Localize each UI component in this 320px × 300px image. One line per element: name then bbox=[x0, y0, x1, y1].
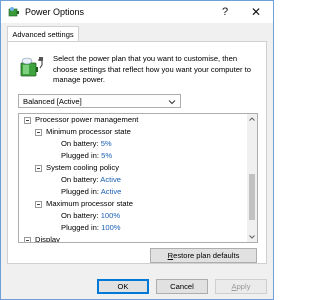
setting-label: On battery: bbox=[61, 139, 99, 148]
tree-item-max-plugged-in[interactable]: Plugged in: 100% bbox=[61, 222, 121, 234]
setting-value-link[interactable]: Active bbox=[101, 187, 122, 196]
cancel-button[interactable]: Cancel bbox=[156, 279, 208, 294]
setting-value-link[interactable]: 100% bbox=[101, 211, 120, 220]
tree-item-cooling-plugged-in[interactable]: Plugged in: Active bbox=[61, 186, 121, 198]
power-options-icon bbox=[8, 7, 19, 17]
setting-label: On battery: bbox=[61, 211, 99, 220]
power-options-window: Power Options ? ✕ Advanced settings Sele… bbox=[0, 0, 274, 300]
advanced-settings-panel: Select the power plan that you want to c… bbox=[7, 41, 267, 264]
power-plan-selected: Balanced [Active] bbox=[23, 97, 82, 106]
power-plan-dropdown[interactable]: Balanced [Active] bbox=[18, 94, 181, 108]
apply-button[interactable]: Apply bbox=[215, 279, 267, 294]
tree-node-processor-power-management[interactable]: Processor power management bbox=[35, 114, 138, 126]
close-button[interactable]: ✕ bbox=[241, 3, 271, 21]
scrollbar-thumb[interactable] bbox=[249, 174, 255, 220]
setting-value-link[interactable]: 5% bbox=[101, 139, 112, 148]
settings-tree[interactable]: Processor power management Minimum proce… bbox=[18, 113, 258, 243]
tree-node-system-cooling-policy[interactable]: System cooling policy bbox=[46, 162, 119, 174]
setting-value-link[interactable]: Active bbox=[100, 175, 121, 184]
tree-scrollbar[interactable] bbox=[247, 114, 257, 242]
setting-label: Plugged in: bbox=[61, 223, 99, 232]
setting-label: Plugged in: bbox=[61, 187, 99, 196]
title-bar: Power Options ? ✕ bbox=[1, 1, 273, 23]
scroll-up-icon[interactable] bbox=[248, 115, 256, 123]
scroll-down-icon[interactable] bbox=[248, 233, 256, 241]
expand-toggle-display[interactable] bbox=[24, 237, 31, 242]
setting-label: Plugged in: bbox=[61, 151, 99, 160]
tab-strip: Advanced settings bbox=[1, 23, 273, 43]
collapse-toggle-min-state[interactable] bbox=[35, 129, 42, 136]
window-title: Power Options bbox=[25, 7, 85, 17]
setting-label: On battery: bbox=[61, 175, 99, 184]
ok-button[interactable]: OK bbox=[97, 279, 149, 294]
setting-value-link[interactable]: 100% bbox=[101, 223, 120, 232]
tree-node-minimum-processor-state[interactable]: Minimum processor state bbox=[46, 126, 131, 138]
setting-value-link[interactable]: 5% bbox=[101, 151, 112, 160]
tree-node-maximum-processor-state[interactable]: Maximum processor state bbox=[46, 198, 133, 210]
tree-item-cooling-on-battery[interactable]: On battery: Active bbox=[61, 174, 121, 186]
chevron-down-icon bbox=[168, 100, 176, 105]
collapse-toggle-cooling[interactable] bbox=[35, 165, 42, 172]
help-button[interactable]: ? bbox=[213, 3, 237, 21]
apply-label: pply bbox=[236, 282, 251, 291]
tree-item-min-on-battery[interactable]: On battery: 5% bbox=[61, 138, 112, 150]
description-text: Select the power plan that you want to c… bbox=[53, 54, 251, 84]
collapse-toggle-max-state[interactable] bbox=[35, 201, 42, 208]
restore-plan-defaults-button[interactable]: Restore plan defaults bbox=[150, 248, 257, 263]
collapse-toggle-processor[interactable] bbox=[24, 117, 31, 124]
restore-label: estore plan defaults bbox=[173, 251, 240, 260]
battery-plug-icon bbox=[20, 57, 43, 77]
tree-item-max-on-battery[interactable]: On battery: 100% bbox=[61, 210, 120, 222]
tree-node-display[interactable]: Display bbox=[35, 234, 60, 242]
tree-item-min-plugged-in[interactable]: Plugged in: 5% bbox=[61, 150, 112, 162]
